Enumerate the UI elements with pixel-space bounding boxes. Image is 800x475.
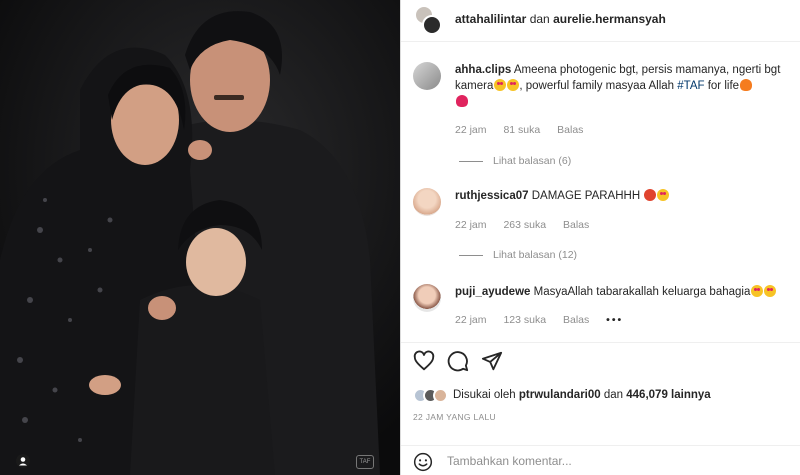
avatar[interactable] (413, 62, 441, 90)
post-timestamp[interactable]: 22 JAM YANG LALU (413, 412, 496, 422)
comment-likes[interactable]: 263 suka (503, 219, 546, 231)
avatar (422, 15, 442, 35)
heart-eyes-emoji-icon (764, 285, 777, 297)
photo-watermark: TAF (356, 455, 374, 469)
view-replies-label: Lihat balasan (12) (493, 249, 578, 261)
angry-emoji-icon (644, 189, 657, 201)
comment-username[interactable]: ruthjessica07 (455, 190, 529, 202)
heart-eyes-emoji-icon (751, 285, 764, 297)
avatar (433, 387, 448, 403)
reply-button[interactable]: Balas (563, 219, 589, 231)
comment-text: ahha.clips Ameena photogenic bgt, persis… (455, 62, 795, 110)
author-link-1[interactable]: attahalilintar (455, 12, 526, 26)
comment-likes[interactable]: 123 suka (503, 314, 546, 326)
likes-prefix: Disukai oleh (453, 389, 516, 401)
view-replies-label: Lihat balasan (6) (493, 155, 572, 167)
share-icon[interactable] (481, 350, 503, 372)
comment-meta: 22 jam 81 suka Balas (455, 124, 597, 136)
comment-text: ruthjessica07 DAMAGE PARAHHH (455, 188, 795, 204)
heart-eyes-emoji-icon (507, 79, 520, 91)
comment-content-mid: , powerful family masyaa Allah (519, 80, 675, 92)
family-photo-illustration (0, 0, 400, 475)
heart-icon[interactable] (413, 350, 435, 372)
comment-composer (401, 445, 800, 475)
avatar[interactable] (413, 188, 441, 216)
emoji-smile-icon[interactable] (413, 452, 433, 472)
likes-text: Disukai oleh ptrwulandari00 dan 446,079 … (453, 389, 711, 401)
replies-divider (459, 254, 483, 256)
comment-content: MasyaAllah tabarakallah keluarga bahagia (533, 286, 751, 298)
post-photo[interactable]: TAF (0, 0, 400, 475)
heart-eyes-emoji-icon (494, 79, 507, 91)
likes-summary: Disukai oleh ptrwulandari00 dan 446,079 … (413, 386, 711, 404)
comment-likes[interactable]: 81 suka (503, 124, 540, 136)
author-link-2[interactable]: aurelie.hermansyah (553, 12, 666, 26)
comment-content-end: for life (707, 80, 740, 92)
post-actions (401, 342, 800, 378)
hashtag-link[interactable]: #TAF (677, 80, 704, 92)
comment-text: puji_ayudewe MasyaAllah tabarakallah kel… (455, 284, 795, 300)
avatar[interactable] (413, 284, 441, 312)
fire-emoji-icon (740, 79, 753, 91)
comment-icon[interactable] (447, 350, 469, 372)
more-options-button[interactable]: ••• (606, 314, 623, 326)
comment-content: DAMAGE PARAHHH (531, 190, 641, 202)
heart-eyes-emoji-icon (657, 189, 670, 201)
replies-divider (459, 160, 483, 162)
comment-time[interactable]: 22 jam (455, 219, 487, 231)
likes-joiner: dan (603, 389, 624, 401)
reply-button[interactable]: Balas (557, 124, 583, 136)
tagged-user-icon[interactable] (16, 454, 30, 468)
author-joiner: dan (529, 12, 550, 26)
post-header: attahalilintar dan aurelie.hermansyah (401, 0, 800, 42)
comment-input[interactable] (447, 452, 787, 470)
comment-meta: 22 jam 123 suka Balas ••• (455, 314, 637, 326)
comment-time[interactable]: 22 jam (455, 124, 487, 136)
likes-count[interactable]: 446,079 lainnya (626, 389, 710, 401)
comment-username[interactable]: puji_ayudewe (455, 286, 530, 298)
comment-time[interactable]: 22 jam (455, 314, 487, 326)
comment-username[interactable]: ahha.clips (455, 64, 511, 76)
view-replies[interactable]: Lihat balasan (12) (459, 249, 577, 261)
post-detail-panel: attahalilintar dan aurelie.hermansyah ah… (400, 0, 800, 475)
view-replies[interactable]: Lihat balasan (6) (459, 155, 571, 167)
reply-button[interactable]: Balas (563, 314, 589, 326)
author-avatars[interactable] (414, 5, 442, 35)
comment-meta: 22 jam 263 suka Balas (455, 219, 603, 231)
red-heart-emoji-icon (456, 95, 468, 107)
liker-username[interactable]: ptrwulandari00 (519, 389, 601, 401)
post-authors: attahalilintar dan aurelie.hermansyah (455, 12, 666, 26)
